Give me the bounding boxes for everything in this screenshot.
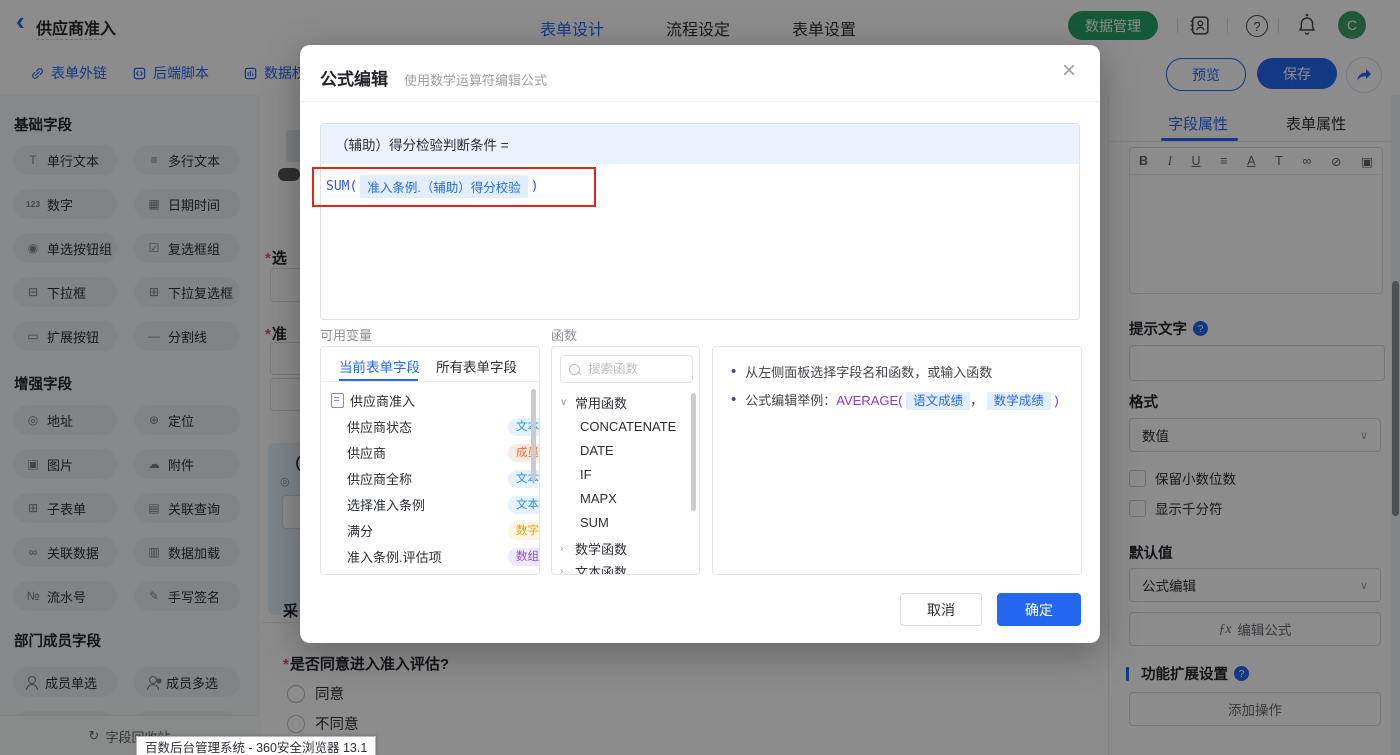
formula-function: SUM(: [326, 179, 357, 194]
variable-tree-root[interactable]: 供应商准入: [331, 391, 531, 410]
function-group-common[interactable]: ∨ 常用函数: [560, 393, 627, 412]
variable-item[interactable]: 选择准入条例 文本: [347, 495, 540, 514]
type-badge: 数组: [508, 548, 540, 566]
function-item[interactable]: CONCATENATE: [580, 419, 676, 434]
example-token: 数学成绩: [987, 392, 1051, 410]
chevron-right-icon: ›: [560, 566, 570, 575]
example-function: AVERAGE(: [836, 393, 902, 408]
help-panel: • 从左侧面板选择字段名和函数，或输入函数 • 公式编辑举例：AVERAGE( …: [712, 346, 1082, 575]
dialog-title: 公式编辑: [320, 65, 388, 90]
function-search-input[interactable]: [586, 361, 680, 377]
function-item[interactable]: SUM: [580, 515, 609, 530]
functions-label: 函数: [551, 325, 577, 344]
chevron-right-icon: ›: [560, 543, 570, 554]
cancel-button[interactable]: 取消: [900, 593, 982, 626]
formula-edit-dialog: 公式编辑 使用数学运算符编辑公式 × （辅助）得分检验判断条件 = SUM( 准…: [300, 45, 1100, 643]
form-doc-icon: [331, 393, 344, 408]
variable-item[interactable]: 供应商状态 文本: [347, 417, 540, 436]
type-badge: 数字: [508, 522, 540, 540]
close-icon[interactable]: ×: [1062, 57, 1076, 85]
type-badge: 文本: [508, 496, 540, 514]
browser-status-tooltip: 百数后台管理系统 - 360安全浏览器 13.1: [136, 736, 376, 755]
scrollbar-thumb[interactable]: [531, 389, 536, 481]
variables-label: 可用变量: [320, 325, 372, 344]
confirm-button[interactable]: 确定: [997, 593, 1081, 626]
variable-item[interactable]: 供应商 成员: [347, 443, 540, 462]
help-tip-1: • 从左侧面板选择字段名和函数，或输入函数: [731, 363, 992, 382]
dialog-subtitle: 使用数学运算符编辑公式: [404, 70, 547, 89]
variable-item[interactable]: 满分 数字: [347, 521, 540, 540]
function-item[interactable]: IF: [580, 467, 592, 482]
formula-field-token[interactable]: 准入条例.（辅助）得分校验: [360, 175, 527, 198]
formula-editor-box: （辅助）得分检验判断条件 =: [320, 123, 1080, 320]
formula-expression[interactable]: SUM( 准入条例.（辅助）得分校验 ): [326, 175, 539, 198]
function-group-text[interactable]: › 文本函数: [560, 562, 627, 575]
function-item[interactable]: MAPX: [580, 491, 617, 506]
divider: [321, 381, 539, 382]
function-group-math[interactable]: › 数学函数: [560, 539, 627, 558]
example-token: 语文成绩: [906, 392, 970, 410]
variable-item[interactable]: 供应商全称 文本: [347, 469, 540, 488]
functions-panel: ∨ 常用函数 CONCATENATE DATE IF MAPX SUM › 数学…: [551, 346, 700, 575]
formula-target-bar: （辅助）得分检验判断条件 =: [321, 124, 1079, 164]
help-tip-2: • 公式编辑举例：AVERAGE( 语文成绩， 数学成绩 ): [731, 391, 1059, 411]
scrollbar-thumb[interactable]: [691, 393, 696, 511]
divider: [300, 101, 1100, 102]
variable-item[interactable]: 准入条例.评估项 数组: [347, 547, 540, 566]
function-item[interactable]: DATE: [580, 443, 614, 458]
chevron-down-icon: ∨: [560, 397, 570, 408]
app-screen: ‹ 供应商准入 表单设计 流程设定 表单设置 数据管理 ? C 表单外链 后端脚…: [0, 0, 1400, 755]
formula-close-paren: ): [531, 179, 539, 194]
tab-all-form-fields[interactable]: 所有表单字段: [436, 356, 517, 376]
tab-current-form-fields[interactable]: 当前表单字段: [339, 356, 420, 376]
function-search[interactable]: [560, 355, 693, 383]
variables-panel: 当前表单字段 所有表单字段 供应商准入 供应商状态 文本 供应商 成员 供应商全…: [320, 346, 540, 575]
search-icon: [569, 364, 580, 375]
